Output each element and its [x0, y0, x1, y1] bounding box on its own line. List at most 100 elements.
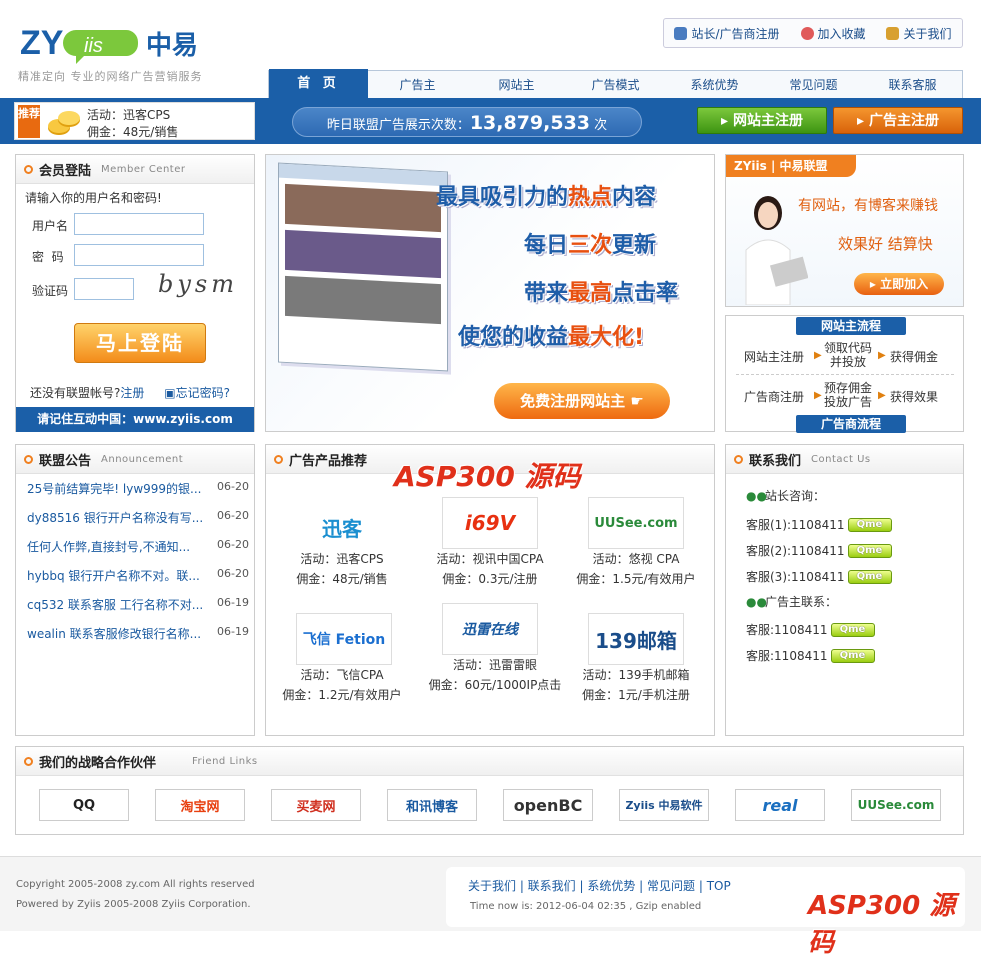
qq-contact-button[interactable]: Qme [847, 543, 892, 558]
qq-contact-button[interactable]: Qme [830, 648, 875, 663]
ad-header: ZYiis | 中易联盟 [726, 155, 856, 177]
partner-openbc[interactable]: openBC [503, 789, 593, 821]
partner-taobao[interactable]: 淘宝网 [155, 789, 245, 821]
product-logo-uusee[interactable]: UUSee.com [588, 497, 684, 549]
join-now-button[interactable]: ▸ 立即加入 [854, 273, 944, 295]
flow-step: 广告商注册 [744, 390, 805, 404]
advertiser-flow-title: 广告商流程 [796, 415, 906, 433]
webmaster-flow-title: 网站主流程 [796, 317, 906, 335]
tab-webmaster[interactable]: 网站主 [467, 71, 566, 98]
slogan: 精准定向 专业的网络广告营销服务 [18, 70, 203, 83]
svg-text:iis: iis [84, 35, 103, 57]
flow-step: 预存佣金 投放广告 [824, 381, 873, 409]
flow-step: 获得效果 [890, 390, 939, 404]
contact-panel: 联系我们 Contact Us ●● 站长咨询： 客服(1):1108411 Qme … [725, 444, 964, 736]
tab-faq[interactable]: 常见问题 [764, 71, 863, 98]
tab-advantages[interactable]: 系统优势 [665, 71, 764, 98]
tab-advertiser[interactable]: 广告主 [368, 71, 467, 98]
login-header: 会员登陆 Member Center [16, 155, 254, 184]
remember-url: 请记住互动中国：www.zyiis.com [16, 407, 254, 432]
favorite-link[interactable]: 加入收藏 [800, 25, 866, 42]
product-logo-139[interactable]: 139邮箱 [588, 613, 684, 665]
password-input[interactable] [74, 244, 204, 266]
partner-real[interactable]: real [735, 789, 825, 821]
login-prompt: 请输入你的用户名和密码! [25, 191, 162, 205]
banner-line4: 使您的收益最大化! [458, 325, 645, 350]
partner-qq[interactable]: QQ [39, 789, 129, 821]
product-info: 活动：迅雷雷眼 佣金：60元/1000IP点击 [428, 658, 562, 692]
promo-box[interactable]: 推荐 活动：迅客CPS 佣金：48元/销售 [14, 102, 255, 140]
bullet-icon [734, 454, 743, 464]
tab-contact[interactable]: 联系客服 [863, 71, 962, 98]
flow-step: 网站主注册 [744, 350, 805, 364]
list-item[interactable]: wealin 联系客服修改银行名称... 06-19 [27, 625, 249, 642]
list-item[interactable]: cq532 联系客服 工行名称不对... 06-19 [27, 596, 249, 613]
list-item[interactable]: hybbq 银行开户名称不对。联... 06-20 [27, 567, 249, 584]
cursor-icon: ☛ [630, 392, 644, 410]
username-input[interactable] [74, 213, 204, 235]
captcha-image[interactable]: bysm [158, 270, 238, 298]
tab-home[interactable]: 首 页 [269, 69, 368, 98]
users-icon: ●● [746, 489, 767, 503]
powered-by: Powered by Zyiis 2005-2008 Zyiis Corpora… [16, 899, 251, 910]
promo-banner[interactable]: 最具吸引力的热点内容 每日三次更新 带来最高点击率 使您的收益最大化! 免费注册… [265, 154, 715, 432]
announcements-panel: 联盟公告 Announcement 25号前结算完毕! lyw999的银... 06… [15, 444, 255, 736]
heart-icon [800, 26, 814, 40]
screenshot-image [278, 162, 448, 372]
support-row: 客服:1108411 Qme [746, 647, 875, 664]
top-links: 站长/广告商注册 加入收藏 关于我们 [663, 18, 963, 48]
about-link[interactable]: 关于我们 [886, 25, 952, 42]
ad-slogan: 有网站，有博客来赚钱 [798, 198, 938, 214]
partner-uusee[interactable]: UUSee.com [851, 789, 941, 821]
product-info: 活动：飞信CPA 佣金：1.2元/有效用户 [282, 668, 402, 702]
login-button[interactable]: 马上登陆 [74, 323, 206, 363]
product-logo-fetion[interactable]: 飞信 Fetion [296, 613, 392, 665]
footer: Copyright 2005-2008 zy.com All rights re… [0, 856, 981, 958]
partner-hexun[interactable]: 和讯博客 [387, 789, 477, 821]
product-info: 活动：视讯中国CPA 佣金：0.3元/注册 [436, 552, 544, 586]
recommend-tag: 推荐 [18, 105, 40, 138]
bullet-icon [24, 756, 33, 766]
banner-line2: 每日三次更新 [524, 233, 657, 258]
captcha-label: 验证码 [32, 284, 69, 298]
svg-text:ZY: ZY [20, 24, 64, 62]
join-ad[interactable]: ZYiis | 中易联盟 有网站，有博客来赚钱 效果好 结算快 ▸ 立即加入 [725, 154, 964, 307]
partner-maimai[interactable]: 买麦网 [271, 789, 361, 821]
support-row: 客服(3):1108411 Qme [746, 568, 892, 585]
product-logo-169v[interactable]: i69V [442, 497, 538, 549]
list-item[interactable]: dy88516 银行开户名称没有写... 06-20 [27, 509, 249, 526]
product-logo-xunke[interactable]: 迅客 [294, 501, 390, 553]
product-logo-xunlei[interactable]: 迅雷在线 [442, 603, 538, 655]
stats-pill: 昨日联盟广告展示次数：13,879,533 次 [292, 107, 642, 137]
forgot-password-link[interactable]: 忘记密码? [176, 386, 230, 400]
register-link[interactable]: 站长/广告商注册 [674, 25, 780, 42]
stats-value: 13,879,533 [469, 112, 591, 134]
qq-contact-button[interactable]: Qme [830, 622, 875, 637]
webmaster-contact-label: ●● 站长咨询： [746, 489, 826, 503]
product-info: 活动：迅客CPS 佣金：48元/销售 [296, 552, 388, 586]
list-item[interactable]: 25号前结算完毕! lyw999的银... 06-20 [27, 480, 249, 497]
bullet-icon [24, 164, 33, 174]
partner-zyiis[interactable]: Zyiis 中易软件 [619, 789, 709, 821]
register-link[interactable]: 注册 [120, 386, 144, 400]
password-label: 密 码 [32, 250, 64, 264]
site-logo[interactable]: ZY iis 中易 [18, 20, 218, 68]
webmaster-register-button[interactable]: ▸ 网站主注册 [697, 107, 827, 134]
qq-contact-button[interactable]: Qme [847, 517, 892, 532]
promo-commission: 佣金：48元/销售 [87, 125, 179, 139]
main-nav: 首 页 广告主 网站主 广告模式 系统优势 常见问题 联系客服 [268, 69, 963, 98]
bullet-icon [24, 454, 33, 464]
banner-register-button[interactable]: 免费注册网站主 ☛ [494, 383, 670, 419]
process-flow: 网站主流程 网站主注册 ▶ 领取代码 并投放 ▶ 获得佣金 广告商注册 ▶ 预存… [725, 315, 964, 433]
home-icon [886, 26, 900, 40]
list-item[interactable]: 任何人作弊,直接封号,不通知... 06-20 [27, 538, 249, 555]
advertiser-register-button[interactable]: ▸ 广告主注册 [833, 107, 963, 134]
captcha-input[interactable] [74, 278, 134, 300]
qq-contact-button[interactable]: Qme [847, 569, 892, 584]
announcements-header: 联盟公告 Announcement [16, 445, 254, 474]
footer-links[interactable]: 关于我们 | 联系我们 | 系统优势 | 常见问题 | TOP [468, 877, 731, 894]
tab-ad-modes[interactable]: 广告模式 [566, 71, 665, 98]
advertiser-contact-label: ●● 广告主联系： [746, 595, 838, 609]
support-row: 客服(1):1108411 Qme [746, 516, 892, 533]
arrow-icon: ▶ [814, 390, 822, 401]
